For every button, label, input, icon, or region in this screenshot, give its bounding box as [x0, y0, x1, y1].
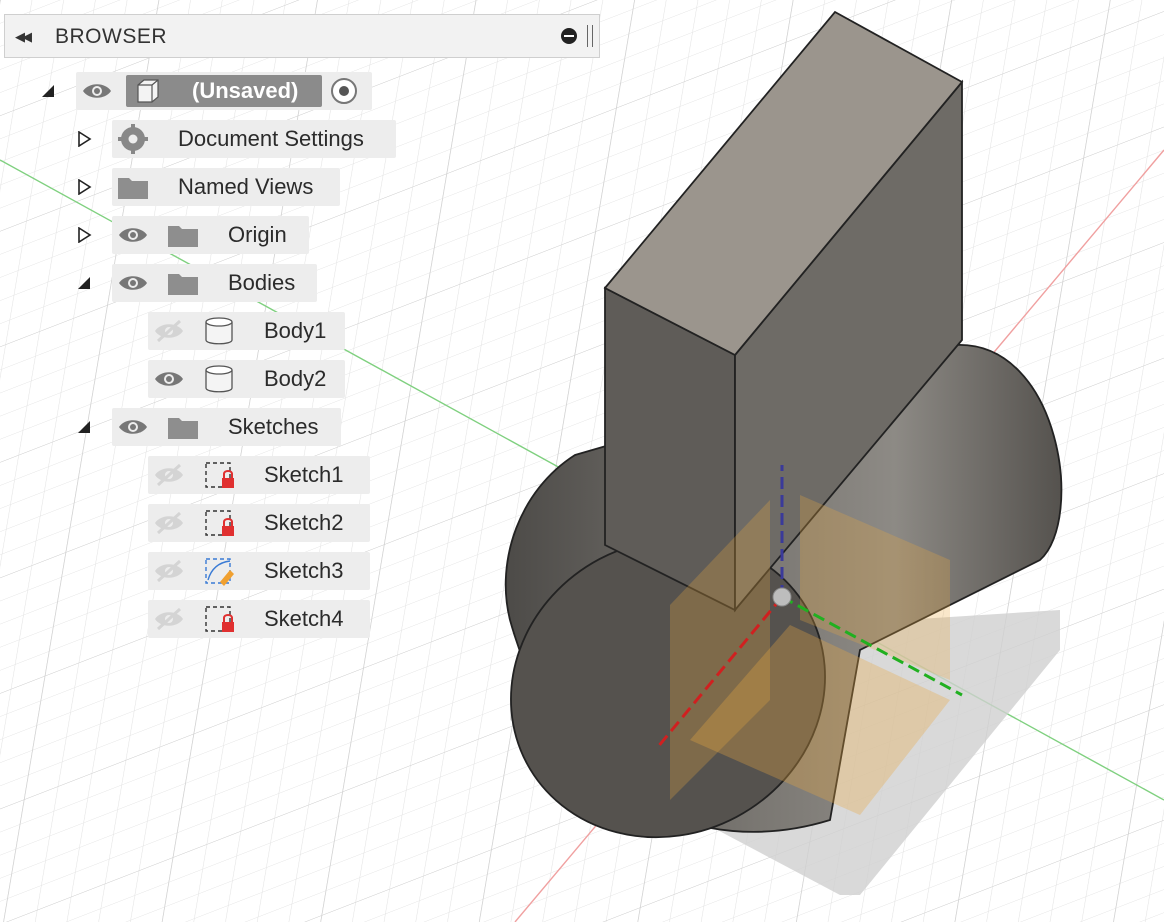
visibility-eye-icon[interactable] [116, 223, 150, 247]
visibility-off-icon[interactable] [152, 319, 186, 343]
folder-icon [168, 226, 198, 247]
tree-item-label: Sketch3 [264, 558, 344, 583]
visibility-eye-icon[interactable] [116, 415, 150, 439]
folder-icon [118, 178, 148, 199]
visibility-eye-icon[interactable] [116, 271, 150, 295]
tree-item-label: Body1 [264, 318, 327, 343]
tree-item-label: Document Settings [178, 126, 364, 151]
body-icon [205, 365, 233, 393]
sketch-locked-icon [205, 606, 234, 632]
minimize-panel-icon[interactable] [561, 28, 577, 44]
tree-item-label: Named Views [178, 174, 314, 199]
tree-item-label: Body2 [264, 366, 327, 391]
tree-item-origin[interactable]: Origin [0, 216, 315, 254]
tree-item-bodies[interactable]: Bodies [0, 264, 320, 302]
tree-item-label: Sketch2 [264, 510, 344, 535]
visibility-off-icon[interactable] [152, 463, 186, 487]
collapse-triangle-icon[interactable] [76, 275, 92, 291]
visibility-off-icon[interactable] [152, 511, 186, 535]
root-label: (Unsaved) [192, 78, 299, 103]
origin-point[interactable] [772, 587, 792, 607]
tree-item-label: Sketch4 [264, 606, 344, 631]
tree-item-label: Sketch1 [264, 462, 344, 487]
expand-triangle-icon[interactable] [76, 131, 92, 147]
tree-item-sketch1[interactable]: Sketch1 [0, 456, 375, 494]
visibility-off-icon[interactable] [152, 607, 186, 631]
activate-radio-button[interactable] [331, 78, 357, 104]
visibility-eye-icon[interactable] [80, 79, 114, 103]
tree-item-named-views[interactable]: Named Views [0, 168, 345, 206]
expand-triangle-icon[interactable] [76, 179, 92, 195]
tree-item-document-settings[interactable]: Document Settings [0, 120, 400, 158]
collapse-triangle-icon[interactable] [40, 83, 56, 99]
collapse-triangle-icon[interactable] [76, 419, 92, 435]
expand-triangle-icon[interactable] [76, 227, 92, 243]
body-icon [205, 317, 233, 345]
folder-icon [168, 418, 198, 439]
tree-item-label: Bodies [228, 270, 296, 295]
browser-title: BROWSER [55, 25, 168, 48]
gear-icon [118, 124, 148, 154]
component-icon [137, 79, 159, 103]
tree-root-row[interactable]: (Unsaved) [0, 72, 380, 110]
tree-item-sketch3[interactable]: Sketch3 [0, 552, 375, 590]
tree-item-label: Sketches [228, 414, 319, 439]
folder-icon [168, 274, 198, 295]
sketch-locked-icon [205, 510, 234, 536]
panel-resize-grip[interactable] [587, 25, 593, 47]
visibility-eye-icon[interactable] [152, 367, 186, 391]
tree-item-body1[interactable]: Body1 [0, 312, 350, 350]
sketch-locked-icon [205, 462, 234, 488]
tree-item-body2[interactable]: Body2 [0, 360, 350, 398]
visibility-off-icon[interactable] [152, 559, 186, 583]
tree-item-sketch4[interactable]: Sketch4 [0, 600, 375, 638]
collapse-panel-icon[interactable]: ◀◀ [15, 27, 39, 47]
sketch-edit-icon [205, 558, 234, 586]
tree-item-sketch2[interactable]: Sketch2 [0, 504, 375, 542]
tree-item-label: Origin [228, 222, 287, 247]
active-component-chip[interactable]: (Unsaved) [126, 75, 322, 107]
tree-item-sketches[interactable]: Sketches [0, 408, 345, 446]
browser-panel-header: ◀◀ BROWSER [4, 14, 600, 58]
